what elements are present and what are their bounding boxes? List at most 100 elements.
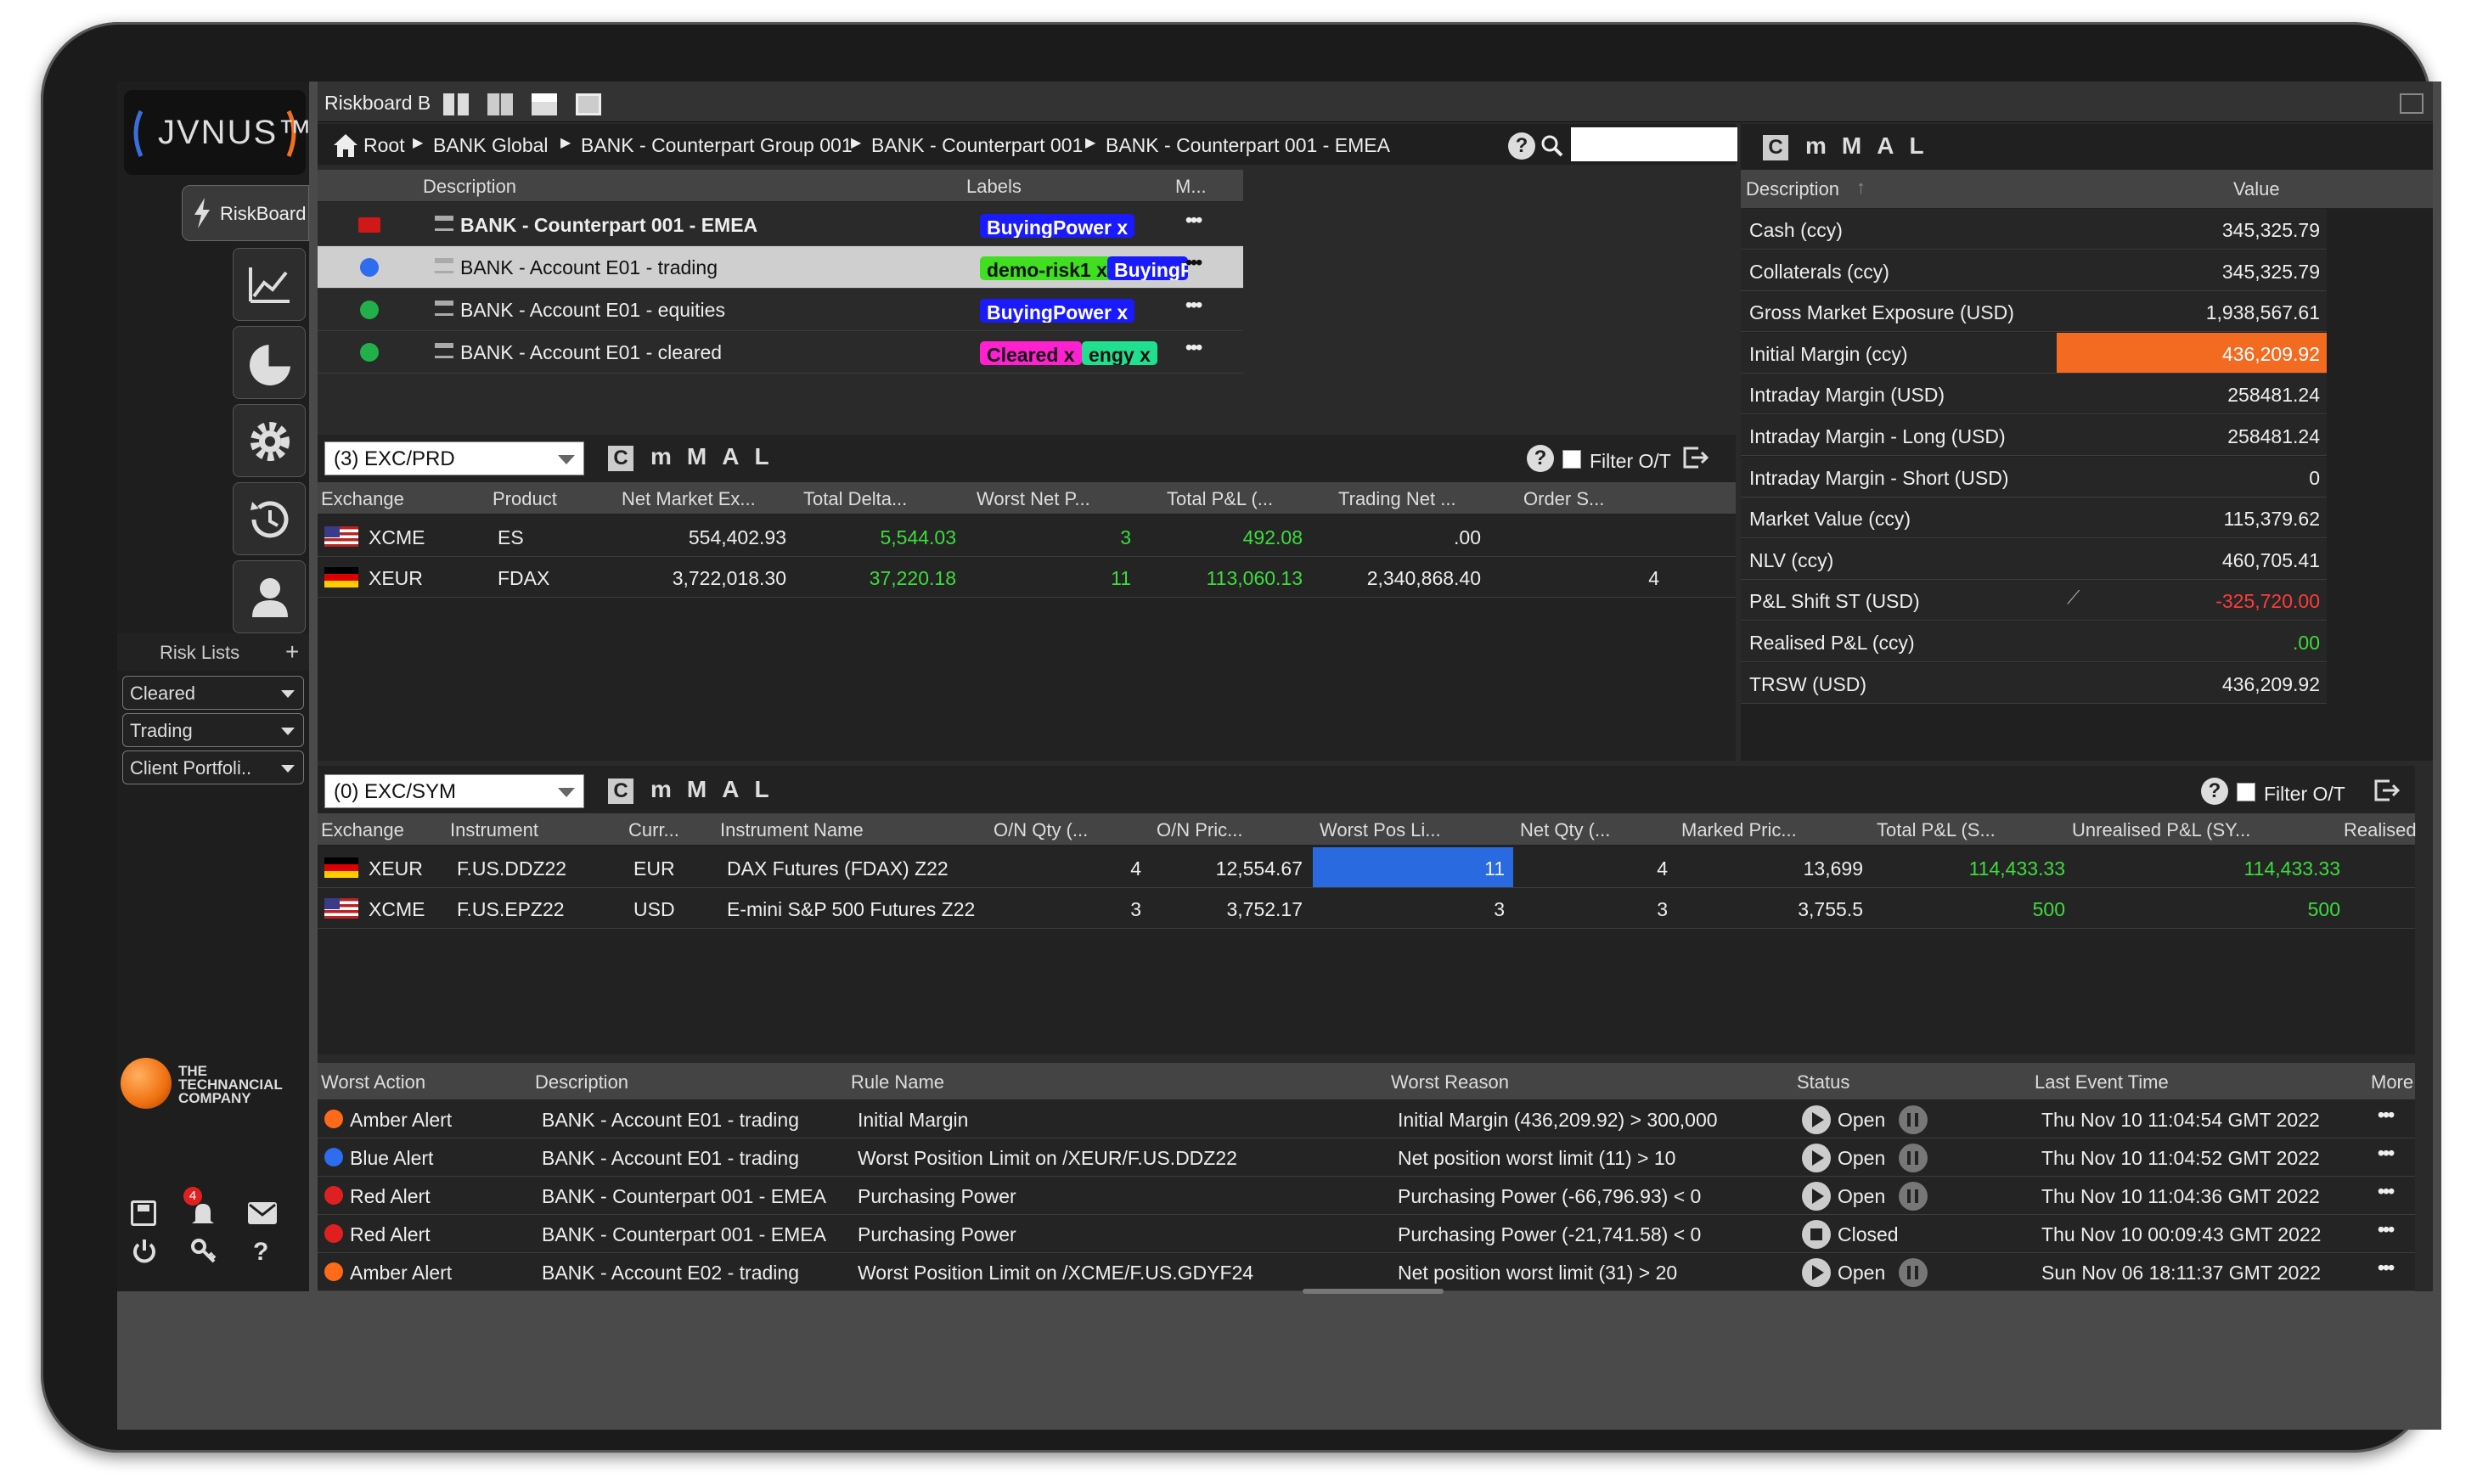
more-icon[interactable]: ••• <box>1185 251 1202 274</box>
sym-select[interactable]: (0) EXC/SYM <box>324 774 584 808</box>
alert-row[interactable]: Red Alert BANK - Counterpart 001 - EMEA Pu… <box>318 1215 2415 1253</box>
col-net-market-exposure[interactable]: Net Market Ex... <box>622 488 756 510</box>
prd-row[interactable]: XEUR FDAX 3,722,018.30 37,220.18 11 113,060.1… <box>318 557 1736 598</box>
breadcrumb-bank-global[interactable]: BANK Global <box>433 134 549 157</box>
search-icon[interactable] <box>1540 134 1564 158</box>
col-description[interactable]: Description <box>423 176 516 198</box>
pause-icon[interactable] <box>1899 1182 1928 1211</box>
col-total-pl[interactable]: Total P&L (... <box>1167 488 1273 510</box>
alert-row[interactable]: Red Alert BANK - Counterpart 001 - EMEA Pu… <box>318 1177 2415 1215</box>
bell-icon[interactable]: 4 <box>183 1187 217 1228</box>
col-description[interactable]: Description <box>535 1071 628 1093</box>
more-icon[interactable]: ••• <box>2378 1104 2395 1127</box>
breadcrumb-root[interactable]: Root <box>363 134 405 157</box>
nav-history[interactable] <box>233 482 306 555</box>
pause-icon[interactable] <box>1899 1144 1928 1172</box>
metric-row[interactable]: Intraday Margin (USD) 258481.24 <box>1741 374 2327 415</box>
play-icon[interactable] <box>1802 1182 1831 1211</box>
col-unrealised-pl[interactable]: Unrealised P&L (SY... <box>2072 819 2250 841</box>
more-icon[interactable]: ••• <box>2378 1180 2395 1203</box>
col-last-event-time[interactable]: Last Event Time <box>2035 1071 2169 1093</box>
add-list-icon[interactable]: + <box>285 638 299 666</box>
col-rule-name[interactable]: Rule Name <box>851 1071 944 1093</box>
col-labels[interactable]: Labels <box>966 176 1022 198</box>
metric-row[interactable]: Initial Margin (ccy) 436,209.92 <box>1741 332 2327 374</box>
filter-ot-checkbox[interactable] <box>2237 783 2255 801</box>
label-pill[interactable]: BuyingPower x <box>980 214 1135 238</box>
tree-row[interactable]: BANK - Counterpart 001 - EMEA BuyingPower… <box>318 204 1243 246</box>
alert-row[interactable]: Blue Alert BANK - Account E01 - trading Wo… <box>318 1138 2415 1177</box>
col-total-delta[interactable]: Total Delta... <box>803 488 907 510</box>
c-mode-icon[interactable]: C <box>608 445 633 471</box>
col-status[interactable]: Status <box>1797 1071 1849 1093</box>
col-more[interactable]: More <box>2371 1071 2413 1093</box>
col-exchange[interactable]: Exchange <box>321 819 404 841</box>
layout-grid-icon[interactable] <box>487 93 513 115</box>
metric-row[interactable]: Gross Market Exposure (USD) 1,938,567.61 <box>1741 291 2327 333</box>
metric-row[interactable]: Intraday Margin - Short (USD) 0 <box>1741 456 2327 497</box>
c-mode-icon[interactable]: C <box>608 778 633 804</box>
risk-list-cleared[interactable]: Cleared <box>122 676 304 710</box>
view-mode-toggle[interactable]: CmMAL <box>608 443 785 471</box>
col-product[interactable]: Product <box>493 488 557 510</box>
pause-icon[interactable] <box>1899 1105 1928 1134</box>
more-icon[interactable]: ••• <box>1185 209 1202 232</box>
col-worst-action[interactable]: Worst Action <box>321 1071 425 1093</box>
layout-quad-icon[interactable] <box>443 93 469 115</box>
mode-A[interactable]: A <box>722 776 754 802</box>
tree-row[interactable]: BANK - Account E01 - trading demo-risk1 x… <box>318 246 1243 289</box>
power-icon[interactable] <box>131 1238 158 1265</box>
c-mode-icon[interactable]: C <box>1763 134 1788 160</box>
nav-settings[interactable] <box>233 404 306 477</box>
scroll-handle[interactable] <box>1303 1289 1444 1294</box>
play-icon[interactable] <box>1802 1258 1831 1287</box>
metric-row[interactable]: TRSW (USD) 436,209.92 <box>1741 662 2327 704</box>
window-maximize-icon[interactable] <box>2400 93 2424 114</box>
mode-m[interactable]: m <box>650 776 687 802</box>
mode-A[interactable]: A <box>1877 132 1909 159</box>
alert-row[interactable]: Amber Alert BANK - Account E02 - trading W… <box>318 1253 2415 1291</box>
col-order-size[interactable]: Order S... <box>1523 488 1604 510</box>
col-total-pl[interactable]: Total P&L (S... <box>1877 819 1996 841</box>
play-icon[interactable] <box>1802 1105 1831 1134</box>
breadcrumb-counterpart-group[interactable]: BANK - Counterpart Group 001 <box>581 134 853 157</box>
mode-L[interactable]: L <box>754 443 784 469</box>
help-icon[interactable]: ? <box>253 1238 268 1267</box>
pause-icon[interactable] <box>1899 1258 1928 1287</box>
metric-row[interactable]: Collaterals (ccy) 345,325.79 <box>1741 250 2327 291</box>
view-mode-toggle[interactable]: CmMAL <box>1763 132 1939 160</box>
label-pill[interactable]: Cleared x <box>980 341 1082 365</box>
layout-split-icon[interactable] <box>532 93 557 115</box>
col-worst-reason[interactable]: Worst Reason <box>1391 1071 1509 1093</box>
help-icon[interactable]: ? <box>2201 778 2228 805</box>
more-icon[interactable]: ••• <box>1185 294 1202 317</box>
more-icon[interactable]: ••• <box>2378 1218 2395 1241</box>
breadcrumb-current[interactable]: BANK - Counterpart 001 - EMEA <box>1106 134 1390 157</box>
col-realised[interactable]: Realised <box>2344 819 2417 841</box>
stop-icon[interactable] <box>1802 1220 1831 1249</box>
col-more[interactable]: M... <box>1175 176 1207 198</box>
col-on-qty[interactable]: O/N Qty (... <box>994 819 1088 841</box>
export-icon[interactable] <box>2373 778 2401 803</box>
save-icon[interactable] <box>131 1200 156 1226</box>
col-worst-pos-limit[interactable]: Worst Pos Li... <box>1320 819 1441 841</box>
search-input[interactable] <box>1571 127 1737 161</box>
metric-row[interactable]: Intraday Margin - Long (USD) 258481.24 <box>1741 415 2327 456</box>
alert-row[interactable]: Amber Alert BANK - Account E01 - trading I… <box>318 1100 2415 1138</box>
nav-user[interactable] <box>233 560 306 633</box>
col-description[interactable]: Description <box>1746 178 1839 200</box>
mode-M[interactable]: M <box>1842 132 1877 159</box>
mode-m[interactable]: m <box>1805 132 1842 159</box>
view-mode-toggle[interactable]: CmMAL <box>608 776 785 804</box>
prd-select[interactable]: (3) EXC/PRD <box>324 441 584 475</box>
home-icon[interactable] <box>331 131 360 160</box>
nav-pie[interactable] <box>233 326 306 399</box>
filter-ot-checkbox[interactable] <box>1562 450 1581 469</box>
label-pill[interactable]: demo-risk1 x <box>980 256 1114 280</box>
metric-row[interactable]: P&L Shift ST (USD) -325,720.00 ⟋ <box>1741 580 2327 621</box>
metric-row[interactable]: Market Value (ccy) 115,379.62 <box>1741 497 2327 539</box>
mail-icon[interactable] <box>248 1202 277 1224</box>
mode-M[interactable]: M <box>687 776 722 802</box>
col-on-price[interactable]: O/N Pric... <box>1157 819 1242 841</box>
mini-chart-icon[interactable]: ⟋ <box>2067 587 2080 609</box>
